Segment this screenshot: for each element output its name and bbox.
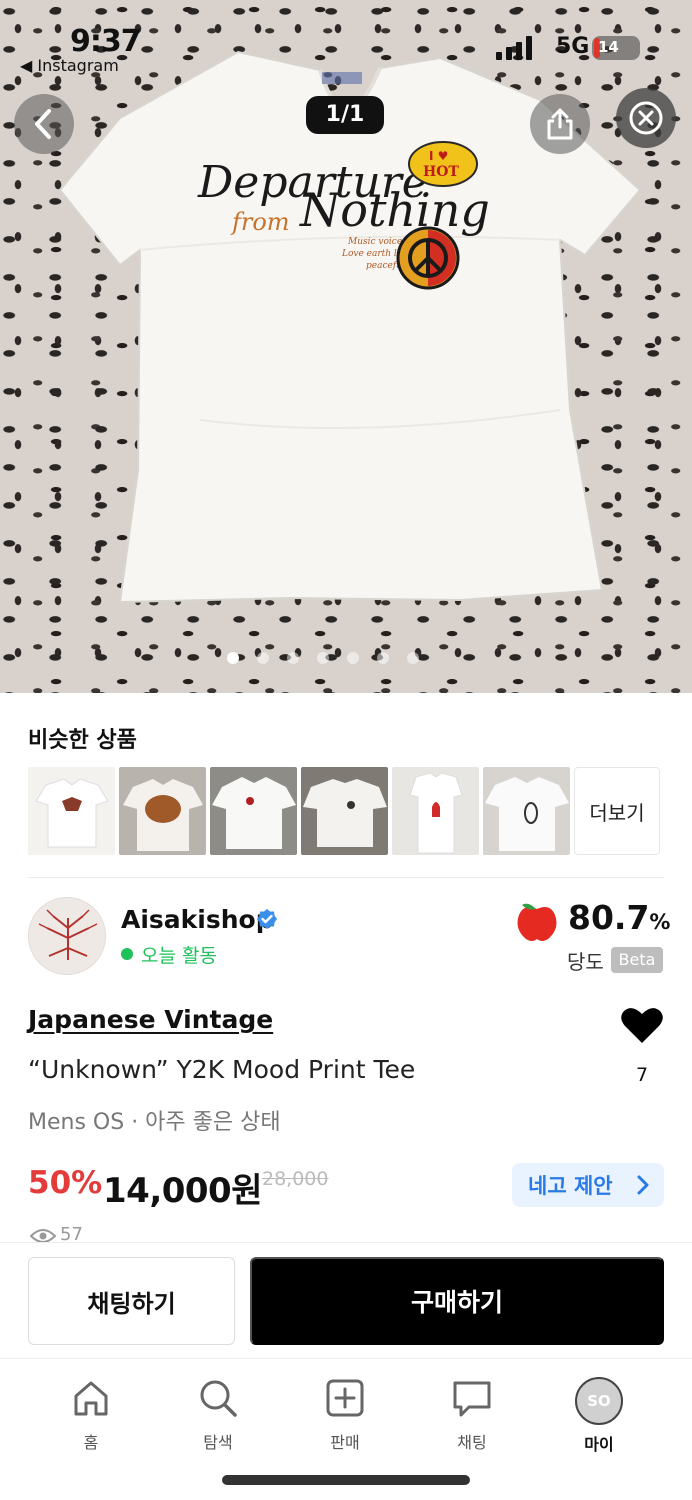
tab-label: 마이 (584, 1435, 614, 1454)
sale-price: 14,000원 (103, 1171, 262, 1211)
chevron-left-icon (35, 109, 51, 139)
like-heart-icon[interactable] (620, 1005, 664, 1045)
brand-link[interactable]: Japanese Vintage (28, 1005, 273, 1034)
home-icon (74, 1381, 108, 1416)
activity-status-dot (121, 948, 133, 960)
tab-label: 채팅 (457, 1433, 487, 1452)
battery-icon: 14 (592, 36, 640, 60)
similar-item-thumb[interactable] (119, 767, 206, 855)
search-icon (200, 1380, 237, 1417)
page-dot (287, 652, 299, 664)
page-dot (227, 652, 239, 664)
chevron-right-icon (637, 1175, 649, 1195)
section-divider (28, 877, 664, 878)
plus-square-icon (326, 1379, 364, 1417)
original-price: 28,000 (262, 1168, 329, 1190)
similar-item-thumb[interactable] (210, 767, 297, 855)
negotiate-offer-button[interactable]: 네고 제안 (512, 1163, 664, 1207)
shirt-print-from: from (230, 208, 290, 236)
product-title: “Unknown” Y2K Mood Print Tee (28, 1055, 416, 1084)
close-button[interactable] (616, 88, 676, 148)
back-to-instagram-link[interactable]: ◀ Instagram (20, 56, 119, 75)
tab-label: 판매 (330, 1433, 360, 1452)
tab-chat[interactable]: 채팅 (432, 1377, 512, 1453)
activity-status: 오늘 활동 (141, 945, 217, 967)
back-button[interactable] (14, 94, 74, 154)
tab-label: 탐색 (203, 1433, 233, 1452)
purchase-action-bar: 채팅하기 구매하기 (0, 1242, 692, 1358)
profile-avatar: SO (575, 1377, 623, 1425)
verified-badge-icon (257, 909, 277, 929)
buy-button[interactable]: 구매하기 (250, 1257, 664, 1345)
negotiate-label: 네고 제안 (528, 1174, 613, 1198)
shirt-print-line2: Nothing (299, 183, 490, 237)
close-icon (629, 101, 663, 135)
similar-item-thumb[interactable] (392, 767, 479, 855)
page-dot (317, 652, 329, 664)
more-similar-button[interactable]: 더보기 (574, 767, 660, 855)
similar-item-thumb[interactable] (28, 767, 115, 855)
chat-button[interactable]: 채팅하기 (28, 1257, 235, 1345)
sweetness-label: 당도 (567, 950, 604, 974)
page-dot (377, 652, 389, 664)
sweetness-rating: 80.7% (568, 898, 670, 937)
patch-line1: I ♥ (429, 149, 448, 163)
like-count: 7 (636, 1064, 649, 1086)
discount-rate: 50% (28, 1165, 103, 1201)
rating-value: 80.7 (568, 898, 650, 937)
beta-badge: Beta (611, 947, 663, 973)
similar-item-thumb[interactable] (483, 767, 570, 855)
page-dot (407, 652, 419, 664)
chat-bubble-icon (453, 1381, 491, 1417)
seller-avatar[interactable] (28, 897, 106, 975)
page-dot (257, 652, 269, 664)
similar-items-title: 비슷한 상품 (28, 728, 137, 753)
battery-percent: 14 (598, 38, 619, 56)
tab-home[interactable]: 홈 (51, 1377, 131, 1453)
share-icon (547, 108, 573, 140)
image-pager: 1/1 (306, 96, 384, 134)
product-meta: Mens OS · 아주 좋은 상태 (28, 1110, 281, 1135)
tab-search[interactable]: 탐색 (178, 1377, 258, 1453)
rating-unit: % (649, 910, 671, 934)
clock-time: 9:37 (70, 24, 142, 59)
apple-rating-icon (517, 903, 557, 941)
cellular-signal-icon (496, 36, 532, 60)
page-dot (347, 652, 359, 664)
network-type: 5G (556, 34, 590, 59)
product-photo[interactable]: Departure from Nothing Music voice is fe… (0, 0, 692, 693)
share-button[interactable] (530, 94, 590, 154)
tab-my[interactable]: SO 마이 (559, 1377, 639, 1455)
tab-label: 홈 (83, 1433, 99, 1452)
page-indicator-dots (227, 652, 419, 664)
seller-name[interactable]: Aisakishop (121, 905, 274, 934)
similar-item-thumb[interactable] (301, 767, 388, 855)
status-bar: 9:37 ◀ Instagram 5G 14 (0, 0, 692, 80)
similar-items-row: 더보기 (28, 767, 660, 855)
tab-sell[interactable]: 판매 (305, 1377, 385, 1453)
patch-line2: HOT (423, 164, 459, 180)
home-indicator (222, 1475, 470, 1485)
